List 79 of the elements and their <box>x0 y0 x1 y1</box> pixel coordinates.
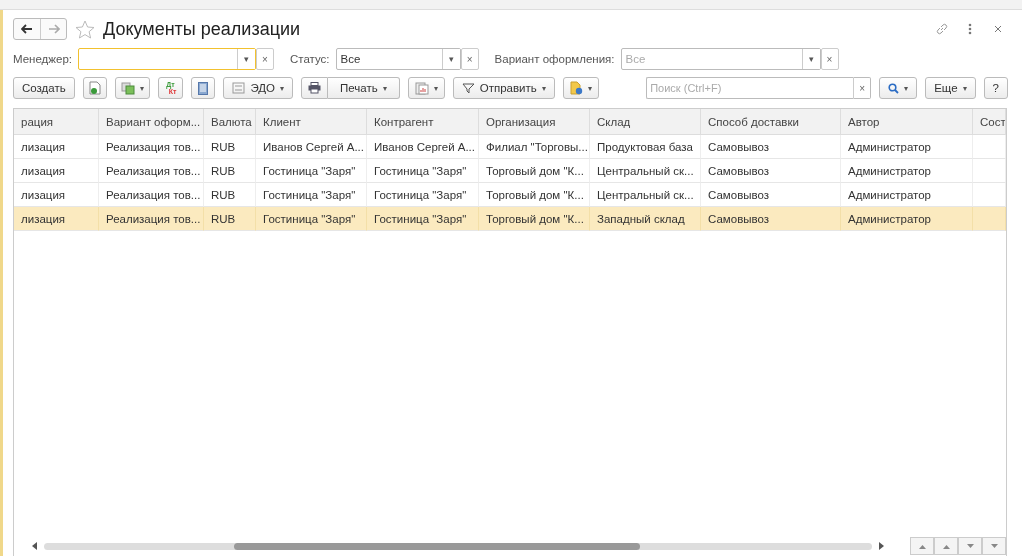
table-cell: Гостиница "Заря" <box>367 159 479 183</box>
table-cell: RUB <box>204 135 256 159</box>
table-cell: Западный склад <box>590 207 701 231</box>
table-cell: Самовывоз <box>701 207 841 231</box>
table-cell: Гостиница "Заря" <box>256 159 367 183</box>
column-header[interactable]: Организация <box>479 109 590 135</box>
report-button[interactable]: ▾ <box>407 77 445 99</box>
table-cell: Центральный ск... <box>590 183 701 207</box>
table-cell: Гостиница "Заря" <box>367 183 479 207</box>
column-header[interactable]: Автор <box>841 109 973 135</box>
copy-button[interactable]: ▾ <box>114 77 150 99</box>
table-cell: Иванов Сергей А... <box>256 135 367 159</box>
window-title: Документы реализации <box>103 18 302 40</box>
filter-label: Статус: <box>290 53 330 65</box>
filter-field[interactable]: Все ▾ <box>620 48 821 70</box>
caret-icon: ▾ <box>433 83 438 93</box>
table-cell: Реализация тов... <box>99 207 204 231</box>
table-cell: Администратор <box>841 159 973 183</box>
clear-button[interactable]: × <box>853 77 872 99</box>
table-cell: лизация <box>14 183 99 207</box>
table-cell: Продуктовая база <box>590 135 701 159</box>
table-cell: Гостиница "Заря" <box>256 183 367 207</box>
create-button[interactable]: Создать <box>13 77 75 99</box>
table-cell: Администратор <box>841 183 973 207</box>
table-cell: Торговый дом "К... <box>479 207 590 231</box>
table-cell: Самовывоз <box>701 135 841 159</box>
table-cell: Самовывоз <box>701 183 841 207</box>
column-header[interactable]: Валюта <box>204 109 256 135</box>
table-cell: Торговый дом "К... <box>479 183 590 207</box>
print-menu-button[interactable]: Печать ▾ <box>328 77 400 99</box>
table-cell: Реализация тов... <box>99 135 204 159</box>
search-field[interactable]: Поиск (Ctrl+F) <box>646 77 854 99</box>
clear-button[interactable]: × <box>460 48 479 70</box>
send-button[interactable]: Отправить ▾ <box>452 77 555 99</box>
clear-button[interactable]: × <box>820 48 839 70</box>
help-button[interactable]: ? <box>983 77 1008 99</box>
table-cell: Гостиница "Заря" <box>367 207 479 231</box>
table-cell: Филиал "Торговы... <box>479 135 590 159</box>
filter-label: Менеджер: <box>13 53 72 65</box>
column-header[interactable]: Склад <box>590 109 701 135</box>
dropdown-button[interactable]: ▾ <box>441 49 460 69</box>
table-cell: RUB <box>204 207 256 231</box>
column-header[interactable]: Способ доставки <box>701 109 841 135</box>
table-cell: RUB <box>204 183 256 207</box>
table-cell: Торговый дом "К... <box>479 159 590 183</box>
filter-label: Вариант оформления: <box>494 53 615 65</box>
table-cell: Самовывоз <box>701 159 841 183</box>
table-cell: Иванов Сергей А... <box>367 135 479 159</box>
column-header[interactable]: Клиент <box>256 109 367 135</box>
caret-icon: ▾ <box>382 83 387 93</box>
table-cell: лизация <box>14 135 99 159</box>
search-button[interactable]: ▾ <box>879 77 918 99</box>
more-button[interactable]: Еще ▾ <box>925 77 976 99</box>
caret-icon: ▾ <box>904 83 909 93</box>
edo-button[interactable]: ЭДО ▾ <box>223 77 294 99</box>
column-header[interactable]: Сост <box>973 109 1006 135</box>
caret-icon: ▾ <box>541 83 546 93</box>
dropdown-button[interactable]: ▾ <box>237 49 255 69</box>
caret-icon: ▾ <box>280 83 285 93</box>
table-cell: Центральный ск... <box>590 159 701 183</box>
table-cell: Администратор <box>841 135 973 159</box>
table-cell: лизация <box>14 159 99 183</box>
filter-field[interactable]: ▾ <box>78 48 256 70</box>
table-cell: Гостиница "Заря" <box>256 207 367 231</box>
clear-button[interactable]: × <box>256 48 274 70</box>
filter-field[interactable]: Все ▾ <box>335 48 461 70</box>
caret-icon: ▾ <box>962 83 967 93</box>
table-cell: Реализация тов... <box>99 183 204 207</box>
column-header[interactable]: Вариант оформ... <box>99 109 204 135</box>
caret-icon: ▾ <box>587 83 592 93</box>
table-cell: Администратор <box>841 207 973 231</box>
column-header[interactable]: Контрагент <box>367 109 479 135</box>
table-cell: лизация <box>14 207 99 231</box>
table-cell: RUB <box>204 159 256 183</box>
caret-icon: ▾ <box>139 83 144 93</box>
dropdown-button[interactable]: ▾ <box>801 49 820 69</box>
column-header[interactable]: рация <box>14 109 99 135</box>
table-cell: Реализация тов... <box>99 159 204 183</box>
attachment-button[interactable]: ▾ <box>562 77 599 99</box>
